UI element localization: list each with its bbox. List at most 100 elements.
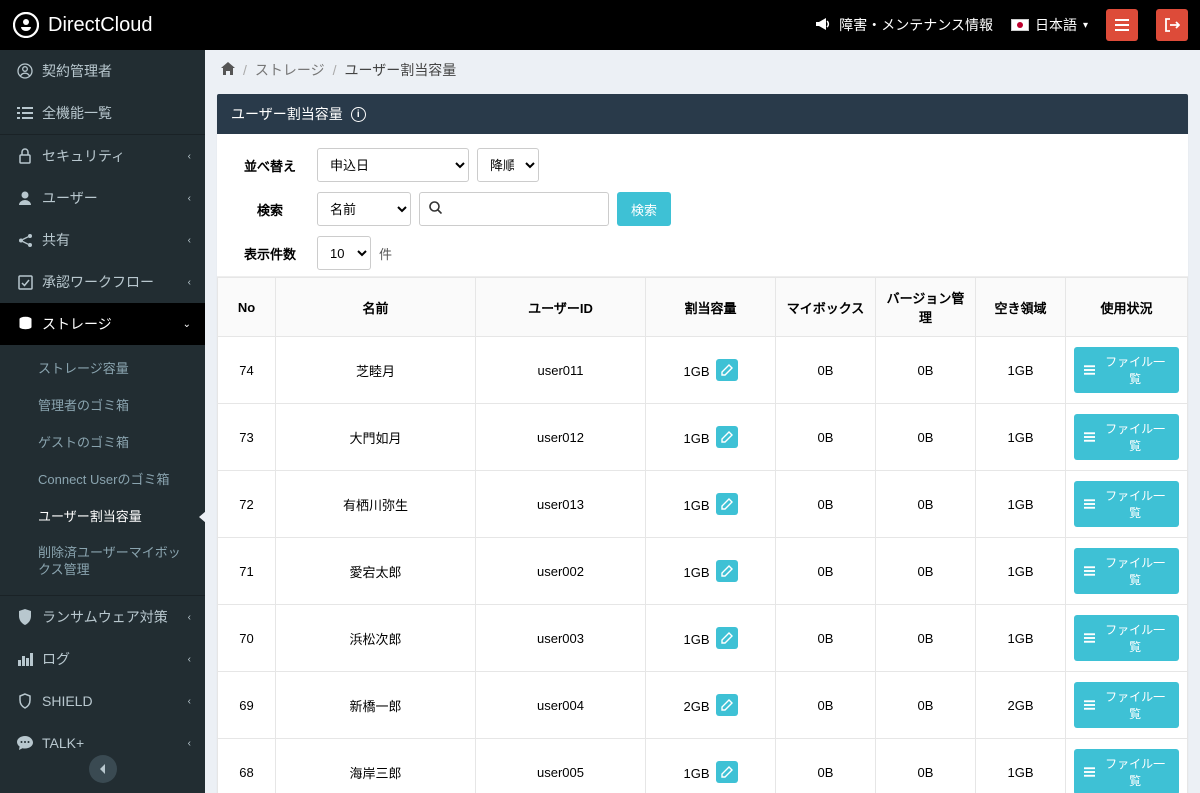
cell-quota: 1GB — [646, 471, 776, 538]
edit-quota-button[interactable] — [716, 560, 738, 582]
chevron-down-icon: ▾ — [1083, 20, 1088, 31]
cell-version: 0B — [876, 337, 976, 404]
cell-mybox: 0B — [776, 672, 876, 739]
cell-mybox: 0B — [776, 471, 876, 538]
shield-outline-icon — [14, 693, 36, 709]
chevron-left-icon: ‹ — [188, 738, 191, 749]
cell-version: 0B — [876, 538, 976, 605]
cell-userid: user012 — [476, 404, 646, 471]
chart-icon — [14, 652, 36, 666]
search-icon — [429, 201, 442, 217]
sidebar-subitem-2[interactable]: ゲストのゴミ箱 — [32, 425, 205, 462]
sort-label: 並べ替え — [231, 156, 309, 175]
table-row: 73 大門如月 user012 1GB 0B 0B 1GB ファイル一覧 — [218, 404, 1188, 471]
th-name: 名前 — [276, 278, 476, 337]
sidebar-item-4[interactable]: 共有‹ — [0, 219, 205, 261]
cell-userid: user013 — [476, 471, 646, 538]
sidebar-item-0[interactable]: 契約管理者 — [0, 50, 205, 92]
sidebar-item-1[interactable]: 全機能一覧 — [0, 92, 205, 134]
sidebar-item-label: セキュリティ — [42, 146, 188, 166]
th-no: No — [218, 278, 276, 337]
cell-mybox: 0B — [776, 404, 876, 471]
sidebar-subitem-3[interactable]: Connect Userのゴミ箱 — [32, 462, 205, 499]
check-square-icon — [14, 275, 36, 290]
shield-icon — [14, 609, 36, 625]
file-list-button[interactable]: ファイル一覧 — [1074, 615, 1179, 661]
logout-button[interactable] — [1156, 9, 1188, 41]
sidebar-subitem-0[interactable]: ストレージ容量 — [32, 351, 205, 388]
lock-icon — [14, 148, 36, 164]
th-free: 空き領域 — [976, 278, 1066, 337]
sidebar: 契約管理者 全機能一覧 セキュリティ‹ ユーザー‹ 共有‹ 承認ワークフロー‹ … — [0, 50, 205, 793]
pagesize-select[interactable]: 10 — [317, 236, 371, 270]
sidebar-item-5[interactable]: 承認ワークフロー‹ — [0, 261, 205, 303]
cell-userid: user011 — [476, 337, 646, 404]
sidebar-item-label: ランサムウェア対策 — [42, 607, 188, 627]
chevron-left-icon: ‹ — [188, 193, 191, 204]
cell-free: 2GB — [976, 672, 1066, 739]
sidebar-submenu: ストレージ容量管理者のゴミ箱ゲストのゴミ箱Connect Userのゴミ箱ユーザ… — [0, 345, 205, 595]
search-field-select[interactable]: 名前 — [317, 192, 411, 226]
file-list-button[interactable]: ファイル一覧 — [1074, 347, 1179, 393]
edit-quota-button[interactable] — [716, 694, 738, 716]
chevron-left-icon: ‹ — [188, 151, 191, 162]
th-userid: ユーザーID — [476, 278, 646, 337]
cell-free: 1GB — [976, 538, 1066, 605]
cell-quota: 1GB — [646, 739, 776, 793]
sidebar-subitem-4[interactable]: ユーザー割当容量 — [32, 499, 205, 536]
cell-name: 芝睦月 — [276, 337, 476, 404]
cell-quota: 1GB — [646, 605, 776, 672]
table-row: 70 浜松次郎 user003 1GB 0B 0B 1GB ファイル一覧 — [218, 605, 1188, 672]
sidebar-item-label: TALK+ — [42, 735, 188, 751]
sidebar-item-3[interactable]: ユーザー‹ — [0, 177, 205, 219]
cell-mybox: 0B — [776, 739, 876, 793]
brand-text: DirectCloud — [48, 14, 152, 37]
panel-header: ユーザー割当容量 i — [217, 94, 1188, 134]
search-button[interactable]: 検索 — [617, 192, 671, 226]
sidebar-item-6[interactable]: ストレージ⌄ — [0, 303, 205, 345]
cell-name: 浜松次郎 — [276, 605, 476, 672]
file-list-button[interactable]: ファイル一覧 — [1074, 481, 1179, 527]
cell-no: 73 — [218, 404, 276, 471]
edit-quota-button[interactable] — [716, 761, 738, 783]
sidebar-subitem-5[interactable]: 削除済ユーザーマイボックス管理 — [32, 535, 205, 589]
cell-name: 海岸三郎 — [276, 739, 476, 793]
cell-no: 74 — [218, 337, 276, 404]
file-list-button[interactable]: ファイル一覧 — [1074, 749, 1179, 793]
sidebar-subitem-1[interactable]: 管理者のゴミ箱 — [32, 388, 205, 425]
sidebar-collapse-button[interactable] — [89, 755, 117, 783]
sidebar-item-8[interactable]: ログ‹ — [0, 638, 205, 680]
menu-toggle-button[interactable] — [1106, 9, 1138, 41]
megaphone-icon — [815, 17, 831, 34]
breadcrumb-storage[interactable]: ストレージ — [255, 60, 325, 80]
info-icon[interactable]: i — [351, 107, 366, 122]
search-input[interactable] — [419, 192, 609, 226]
home-icon[interactable] — [221, 62, 235, 78]
edit-quota-button[interactable] — [716, 627, 738, 649]
file-list-button[interactable]: ファイル一覧 — [1074, 548, 1179, 594]
edit-quota-button[interactable] — [716, 426, 738, 448]
sort-order-select[interactable]: 降順 — [477, 148, 539, 182]
cell-quota: 1GB — [646, 404, 776, 471]
sidebar-item-9[interactable]: SHIELD‹ — [0, 680, 205, 722]
language-selector[interactable]: 日本語 ▾ — [1011, 15, 1088, 35]
cell-version: 0B — [876, 605, 976, 672]
cell-name: 新橋一郎 — [276, 672, 476, 739]
flag-jp-icon — [1011, 19, 1029, 31]
user-icon — [14, 190, 36, 206]
sidebar-item-2[interactable]: セキュリティ‹ — [0, 135, 205, 177]
sidebar-item-7[interactable]: ランサムウェア対策‹ — [0, 596, 205, 638]
search-label: 検索 — [231, 200, 309, 219]
edit-quota-button[interactable] — [716, 359, 738, 381]
share-icon — [14, 233, 36, 248]
cell-free: 1GB — [976, 739, 1066, 793]
table-row: 69 新橋一郎 user004 2GB 0B 0B 2GB ファイル一覧 — [218, 672, 1188, 739]
table-row: 74 芝睦月 user011 1GB 0B 0B 1GB ファイル一覧 — [218, 337, 1188, 404]
sort-field-select[interactable]: 申込日 — [317, 148, 469, 182]
file-list-button[interactable]: ファイル一覧 — [1074, 414, 1179, 460]
sidebar-item-label: ストレージ — [42, 314, 183, 334]
cell-version: 0B — [876, 672, 976, 739]
announce-link[interactable]: 障害・メンテナンス情報 — [815, 15, 993, 35]
file-list-button[interactable]: ファイル一覧 — [1074, 682, 1179, 728]
edit-quota-button[interactable] — [716, 493, 738, 515]
